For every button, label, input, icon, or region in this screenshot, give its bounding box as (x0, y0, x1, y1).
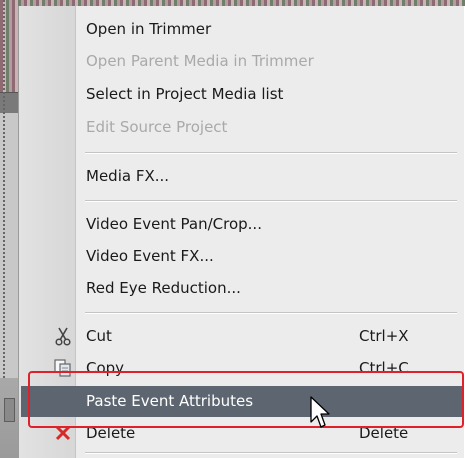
scissors-icon (55, 327, 71, 346)
mouse-cursor-icon (310, 396, 330, 428)
menu-item-label: Cut (86, 327, 112, 345)
menu-item-video-event-fx[interactable]: Video Event FX... (19, 241, 465, 272)
menu-item-label: Select in Project Media list (86, 85, 284, 103)
menu-item-label: Video Event FX... (86, 247, 214, 265)
menu-item-label: Video Event Pan/Crop... (86, 215, 262, 233)
menu-item-media-fx[interactable]: Media FX... (19, 161, 465, 192)
menu-item-edit-source-project[interactable]: Edit Source Project (19, 112, 465, 143)
menu-separator (85, 152, 457, 154)
menu-separator (85, 312, 457, 314)
menu-item-label: Media FX... (86, 167, 170, 185)
menu-item-red-eye-reduction[interactable]: Red Eye Reduction... (19, 273, 465, 304)
annotation-highlight-box (28, 371, 464, 428)
menu-item-select-in-project-media-list[interactable]: Select in Project Media list (19, 79, 465, 110)
menu-separator (85, 200, 457, 202)
menu-item-label: Open in Trimmer (86, 20, 212, 38)
menu-item-video-event-pan-crop[interactable]: Video Event Pan/Crop... (19, 209, 465, 240)
menu-item-shortcut: Ctrl+X (359, 327, 409, 345)
track-handle[interactable] (4, 398, 15, 422)
menu-item-cut[interactable]: Cut Ctrl+X (19, 321, 465, 352)
menu-item-open-in-trimmer[interactable]: Open in Trimmer (19, 14, 465, 45)
menu-item-label: Open Parent Media in Trimmer (86, 52, 314, 70)
menu-item-label: Red Eye Reduction... (86, 279, 241, 297)
menu-item-open-parent-media-in-trimmer[interactable]: Open Parent Media in Trimmer (19, 46, 465, 77)
menu-item-label: Edit Source Project (86, 118, 228, 136)
menu-separator (85, 452, 457, 454)
